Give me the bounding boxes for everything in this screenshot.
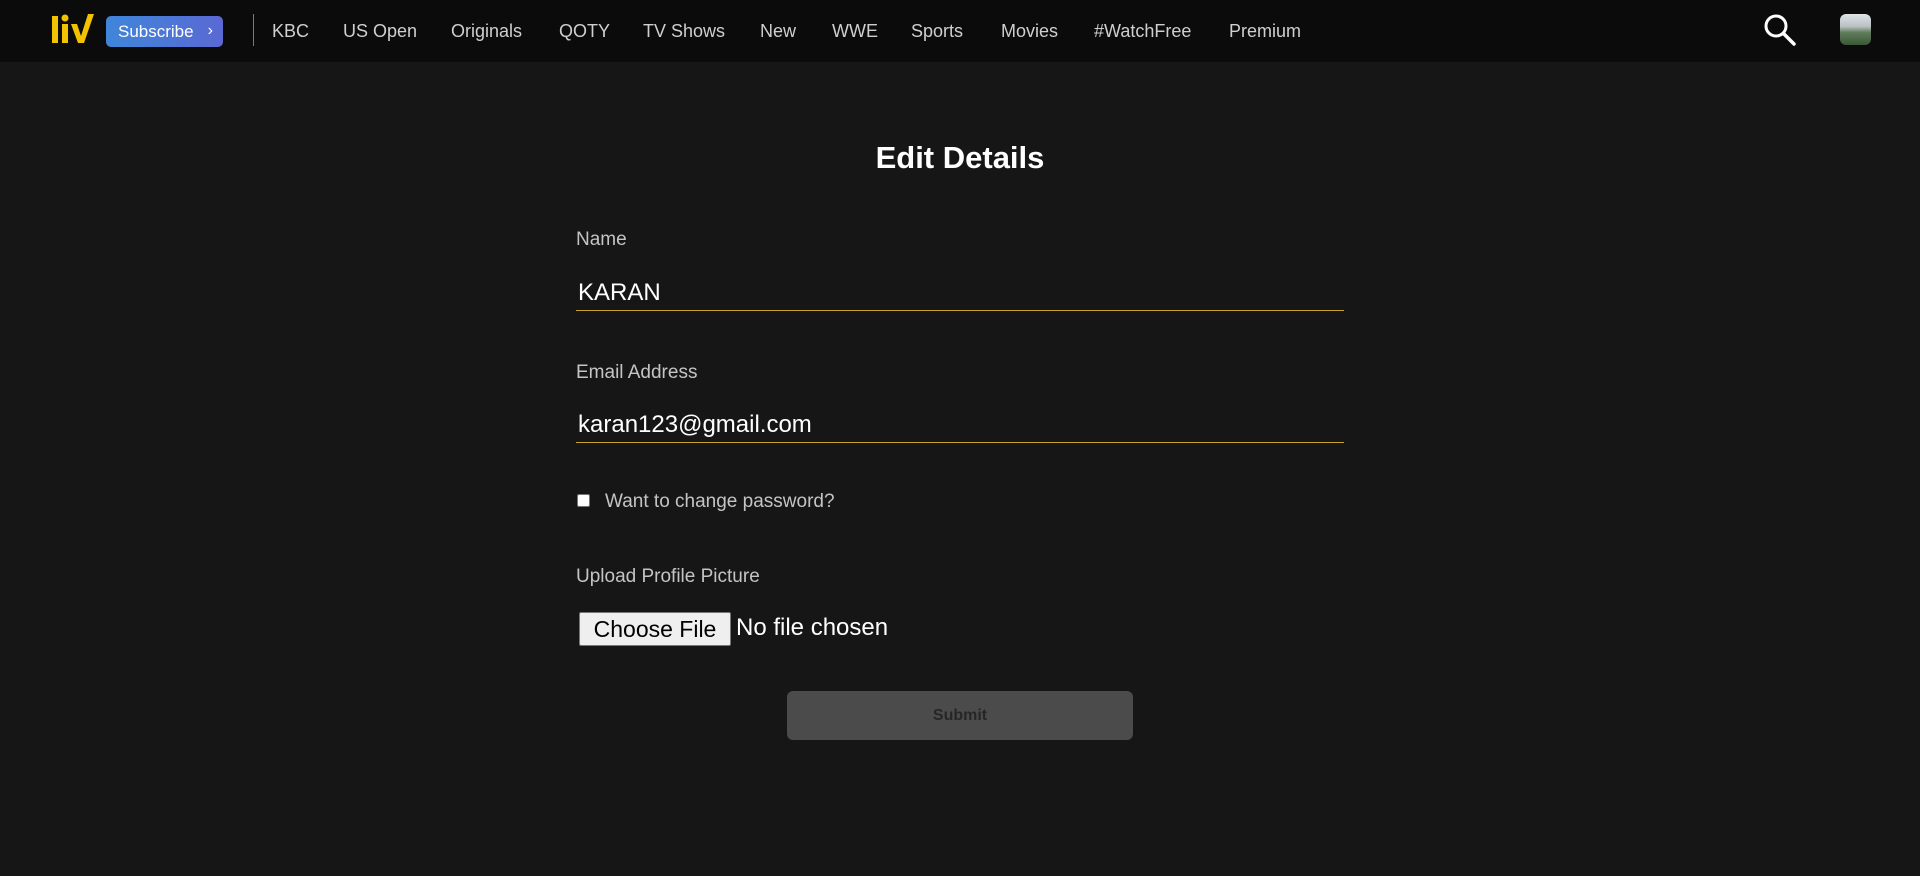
subscribe-label: Subscribe: [118, 22, 194, 41]
subscribe-button[interactable]: Subscribe ›: [106, 16, 223, 47]
nav-item-qoty[interactable]: QOTY: [559, 19, 610, 43]
submit-button[interactable]: Submit: [787, 691, 1133, 740]
nav-item-movies[interactable]: Movies: [1001, 19, 1058, 43]
nav-item-originals[interactable]: Originals: [451, 19, 522, 43]
name-label: Name: [576, 229, 627, 250]
choose-file-button[interactable]: Choose File: [579, 612, 731, 646]
change-password-label[interactable]: Want to change password?: [605, 491, 835, 513]
upload-picture-label: Upload Profile Picture: [576, 566, 760, 587]
nav-divider: [253, 14, 254, 46]
email-label: Email Address: [576, 362, 698, 383]
nav-item-wwe[interactable]: WWE: [832, 19, 878, 43]
page-title: Edit Details: [875, 140, 1045, 175]
name-field[interactable]: [576, 275, 1344, 311]
avatar[interactable]: [1840, 14, 1871, 45]
nav-item-tv-shows[interactable]: TV Shows: [643, 19, 725, 43]
nav-item-premium[interactable]: Premium: [1229, 19, 1301, 43]
change-password-checkbox[interactable]: [577, 494, 590, 507]
search-icon[interactable]: [1763, 13, 1797, 47]
email-field[interactable]: [576, 407, 1344, 443]
nav-item-kbc[interactable]: KBC: [272, 19, 309, 43]
nav-item-us-open[interactable]: US Open: [343, 19, 417, 43]
file-status-text: No file chosen: [736, 614, 889, 641]
nav-item-watchfree[interactable]: #WatchFree: [1094, 19, 1191, 43]
liv-logo-icon[interactable]: [50, 12, 94, 46]
chevron-right-icon: ›: [207, 22, 213, 39]
nav-item-sports[interactable]: Sports: [911, 19, 963, 43]
nav-item-new[interactable]: New: [760, 19, 796, 43]
top-navigation-bar: Subscribe › KBC US Open Originals QOTY T…: [0, 0, 1920, 62]
